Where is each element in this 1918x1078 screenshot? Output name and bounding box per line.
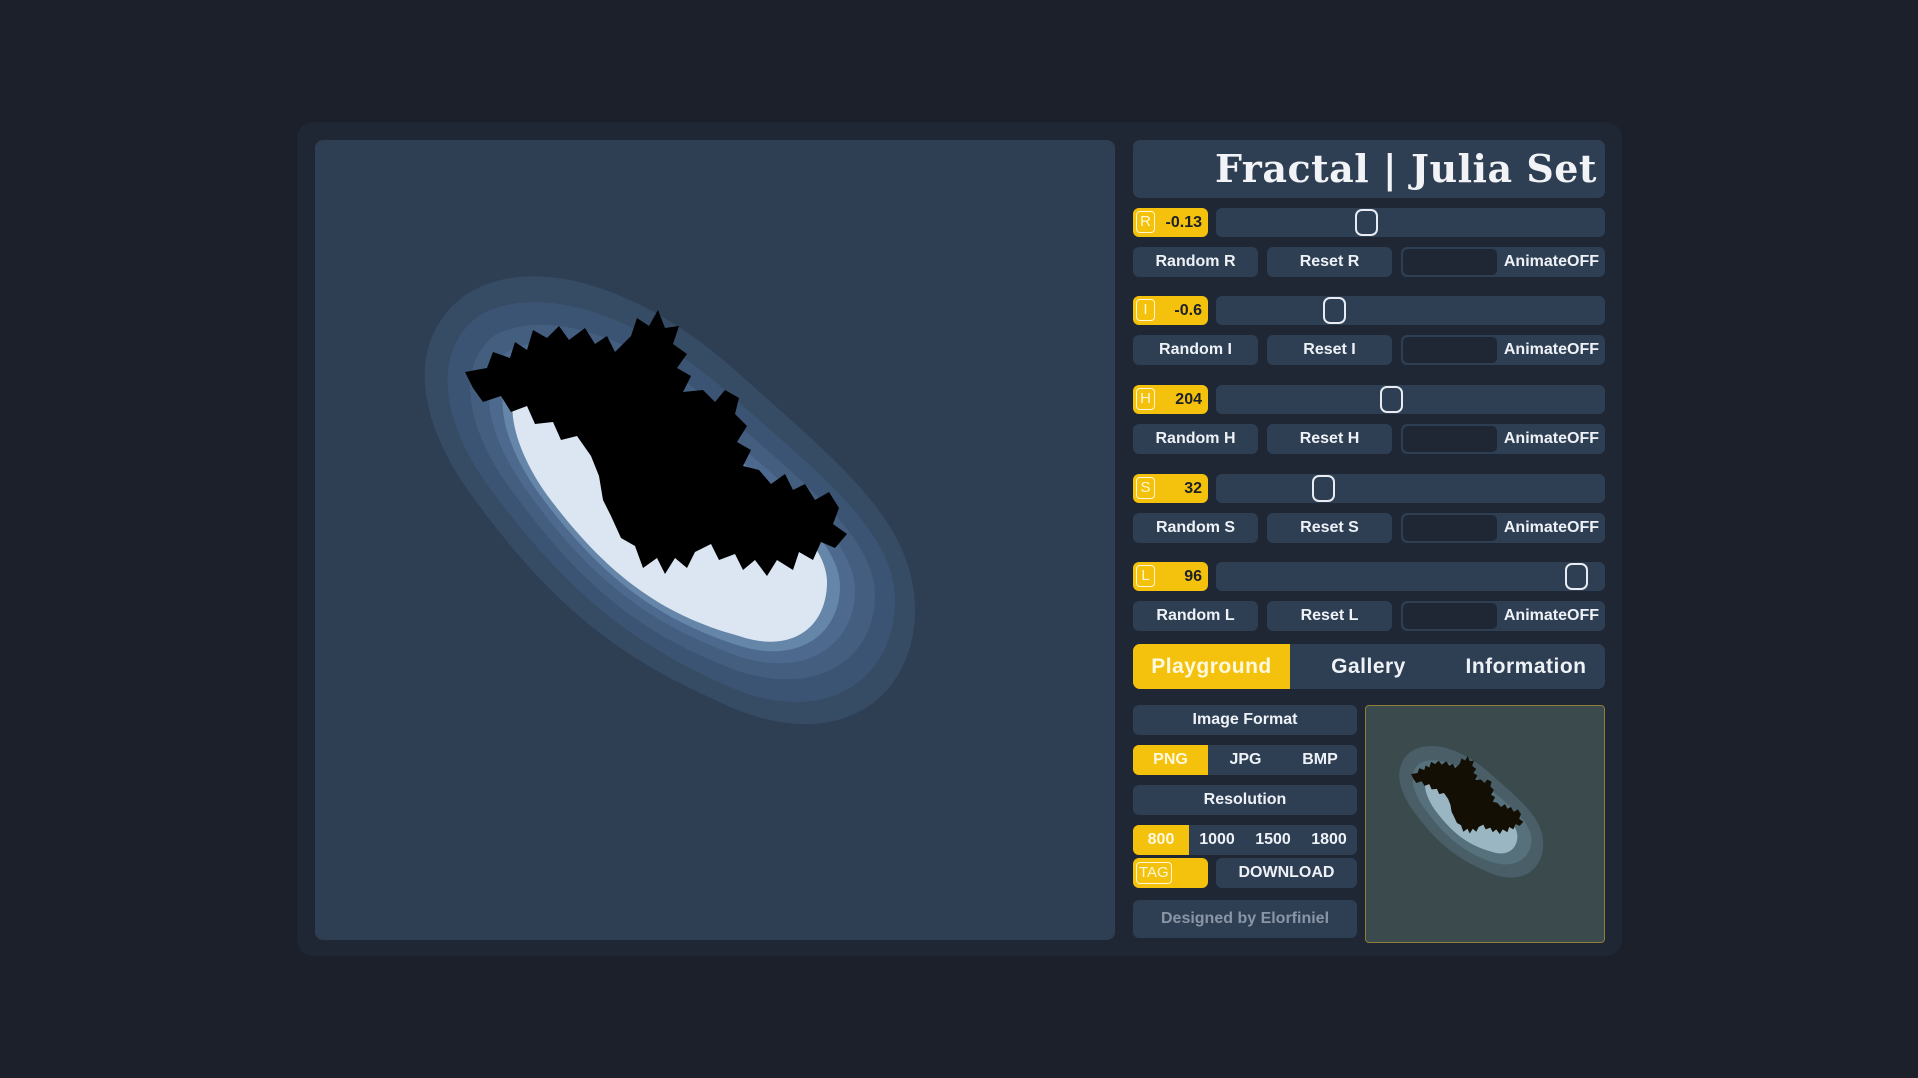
resolution-1000-option[interactable]: 1000: [1189, 825, 1245, 855]
resolution-1800-option[interactable]: 1800: [1301, 825, 1357, 855]
reset-s-button[interactable]: Reset S: [1267, 513, 1392, 543]
param-badge-r: R -0.13: [1133, 208, 1208, 237]
slider-thumb-icon[interactable]: [1311, 475, 1335, 502]
tab-bar: Playground Gallery Information: [1133, 644, 1605, 689]
param-value-r: -0.13: [1165, 214, 1202, 231]
slider-s[interactable]: [1216, 474, 1605, 503]
tab-information[interactable]: Information: [1447, 644, 1605, 689]
animate-l-toggle[interactable]: AnimateOFF: [1401, 601, 1605, 631]
random-l-button[interactable]: Random L: [1133, 601, 1258, 631]
image-format-label: Image Format: [1133, 705, 1357, 735]
slider-l[interactable]: [1216, 562, 1605, 591]
format-jpg-option[interactable]: JPG: [1208, 745, 1283, 775]
format-bmp-option[interactable]: BMP: [1283, 745, 1357, 775]
animate-s-label: AnimateOFF: [1503, 519, 1599, 536]
animate-r-toggle[interactable]: AnimateOFF: [1401, 247, 1605, 277]
slider-r[interactable]: [1216, 208, 1605, 237]
letter-badge-icon: L: [1136, 565, 1155, 587]
resolution-1500-option[interactable]: 1500: [1245, 825, 1301, 855]
julia-set-layers: [424, 276, 915, 725]
param-l: L 96 Random L Reset L AnimateOFF: [1133, 562, 1605, 636]
letter-badge-icon: H: [1136, 388, 1155, 410]
resolution-800-option[interactable]: 800: [1133, 825, 1189, 855]
param-value-h: 204: [1175, 391, 1202, 408]
slider-thumb-icon[interactable]: [1380, 386, 1404, 413]
tag-label: TAG: [1136, 862, 1172, 884]
random-h-button[interactable]: Random H: [1133, 424, 1258, 454]
tab-playground[interactable]: Playground: [1133, 644, 1290, 689]
param-h: H 204 Random H Reset H AnimateOFF: [1133, 385, 1605, 459]
animate-s-toggle[interactable]: AnimateOFF: [1401, 513, 1605, 543]
fractal-canvas[interactable]: [315, 140, 1115, 940]
animate-r-label: AnimateOFF: [1503, 253, 1599, 270]
preview-render: [1399, 746, 1544, 878]
param-badge-h: H 204: [1133, 385, 1208, 414]
letter-badge-icon: S: [1136, 477, 1155, 499]
slider-h[interactable]: [1216, 385, 1605, 414]
param-i: I -0.6 Random I Reset I AnimateOFF: [1133, 296, 1605, 370]
toggle-knob: [1403, 426, 1497, 452]
animate-h-toggle[interactable]: AnimateOFF: [1401, 424, 1605, 454]
app-window: Fractal | Julia Set R -0.13 Random R Res…: [297, 122, 1622, 956]
page-title: Fractal | Julia Set: [1133, 140, 1605, 198]
random-i-button[interactable]: Random I: [1133, 335, 1258, 365]
tab-gallery[interactable]: Gallery: [1290, 644, 1447, 689]
random-s-button[interactable]: Random S: [1133, 513, 1258, 543]
animate-h-label: AnimateOFF: [1503, 430, 1599, 447]
param-badge-i: I -0.6: [1133, 296, 1208, 325]
download-button[interactable]: DOWNLOAD: [1216, 858, 1357, 888]
toggle-knob: [1403, 337, 1497, 363]
param-s: S 32 Random S Reset S AnimateOFF: [1133, 474, 1605, 548]
animate-i-toggle[interactable]: AnimateOFF: [1401, 335, 1605, 365]
param-badge-l: L 96: [1133, 562, 1208, 591]
slider-thumb-icon[interactable]: [1322, 297, 1346, 324]
random-r-button[interactable]: Random R: [1133, 247, 1258, 277]
param-value-l: 96: [1184, 568, 1202, 585]
format-png-option[interactable]: PNG: [1133, 745, 1208, 775]
reset-i-button[interactable]: Reset I: [1267, 335, 1392, 365]
image-format-selector: PNG JPG BMP: [1133, 745, 1357, 775]
fractal-render: [424, 276, 915, 725]
toggle-knob: [1403, 603, 1497, 629]
reset-h-button[interactable]: Reset H: [1267, 424, 1392, 454]
tag-toggle[interactable]: TAG: [1133, 858, 1208, 888]
slider-thumb-icon[interactable]: [1355, 209, 1379, 236]
param-badge-s: S 32: [1133, 474, 1208, 503]
slider-thumb-icon[interactable]: [1564, 563, 1588, 590]
credit-text: Designed by Elorfiniel: [1133, 900, 1357, 938]
resolution-selector: 800 1000 1500 1800: [1133, 825, 1357, 855]
param-value-i: -0.6: [1174, 302, 1202, 319]
param-r: R -0.13 Random R Reset R AnimateOFF: [1133, 208, 1605, 282]
letter-badge-icon: I: [1136, 299, 1155, 321]
toggle-knob: [1403, 515, 1497, 541]
resolution-label: Resolution: [1133, 785, 1357, 815]
param-value-s: 32: [1184, 480, 1202, 497]
slider-i[interactable]: [1216, 296, 1605, 325]
animate-l-label: AnimateOFF: [1503, 607, 1599, 624]
toggle-knob: [1403, 249, 1497, 275]
animate-i-label: AnimateOFF: [1503, 341, 1599, 358]
letter-badge-icon: R: [1136, 211, 1155, 233]
reset-l-button[interactable]: Reset L: [1267, 601, 1392, 631]
reset-r-button[interactable]: Reset R: [1267, 247, 1392, 277]
thumbnail-preview: [1365, 705, 1605, 943]
